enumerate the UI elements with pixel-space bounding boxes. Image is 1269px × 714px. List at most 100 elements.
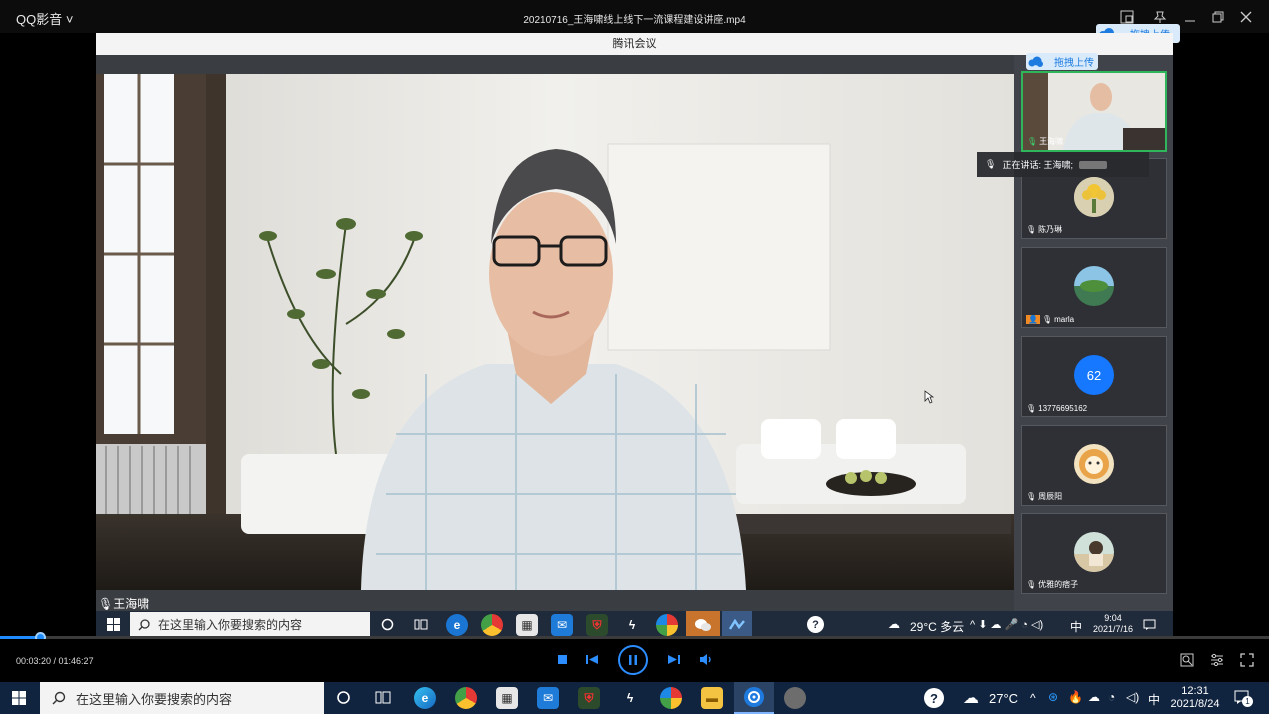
taskbar-clock[interactable]: 12:31 2021/8/24	[1168, 685, 1222, 711]
avatar: 62	[1074, 355, 1114, 395]
participant-name: 🎙 优雅的痞子	[1026, 580, 1079, 589]
player-controls: 00:03:20 / 01:46:27	[0, 639, 1269, 682]
cloud-icon: ☁	[888, 617, 900, 631]
screenshot-button[interactable]	[1180, 653, 1194, 667]
cortana-button[interactable]	[336, 690, 351, 705]
participant-name: 🎙 13776695162	[1026, 404, 1088, 413]
pause-icon	[629, 655, 637, 665]
action-center-button[interactable]: 1	[1234, 689, 1253, 707]
stop-button[interactable]	[557, 654, 568, 665]
participant-name: 🎙 王海啸	[1027, 137, 1064, 146]
photos-icon[interactable]	[660, 687, 682, 709]
task-view-button[interactable]	[375, 690, 391, 705]
avatar	[1074, 444, 1114, 484]
chrome-icon	[481, 614, 503, 636]
inner-date: 2021/7/16	[1092, 624, 1134, 634]
clock-date: 2021/8/24	[1170, 698, 1220, 710]
close-icon	[1240, 11, 1252, 23]
previous-button[interactable]	[586, 654, 598, 665]
speaking-text: 正在讲话: 王海啸;	[1002, 160, 1073, 170]
speaker-name: 王海啸	[113, 597, 150, 611]
equalizer-icon	[1211, 653, 1223, 667]
inner-time: 9:04	[1104, 613, 1122, 623]
skip-next-icon	[668, 655, 680, 664]
search-icon	[52, 691, 66, 705]
security-shield-icon[interactable]: ⛨	[578, 687, 600, 709]
volume-icon[interactable]: ◁)	[1126, 690, 1139, 704]
pip-icon	[1120, 10, 1134, 24]
taskbar-search-box[interactable]: 在这里输入你要搜索的内容	[40, 682, 324, 714]
qq-player-icon	[744, 687, 764, 707]
speaker-name-label: 🎙王海啸	[98, 595, 149, 611]
edge-icon[interactable]: e	[414, 687, 436, 709]
minimize-button[interactable]	[1180, 7, 1200, 27]
wifi-icon[interactable]: ◔	[1108, 690, 1115, 704]
cortana-icon	[381, 618, 394, 631]
close-button[interactable]	[1236, 7, 1256, 27]
mouse-cursor-icon	[924, 390, 934, 404]
volume-button[interactable]	[699, 653, 713, 666]
participant-tile[interactable]: 🎙 优雅的痞子	[1021, 513, 1167, 594]
fullscreen-button[interactable]	[1240, 653, 1254, 667]
ime-indicator[interactable]: 中	[1148, 691, 1160, 708]
mail-icon[interactable]: ✉	[537, 687, 559, 709]
blurred-text	[1078, 160, 1107, 169]
restore-icon	[1212, 11, 1224, 23]
speaking-indicator: 🎙 正在讲话: 王海啸;	[977, 152, 1149, 177]
fullscreen-icon	[1240, 653, 1254, 667]
photos-icon	[656, 614, 678, 636]
participant-tile[interactable]: 62 🎙 13776695162	[1021, 336, 1167, 417]
windows-start-icon	[12, 691, 26, 705]
wechat-icon	[686, 611, 720, 638]
video-frame[interactable]: 腾讯会议 🎙王海啸	[96, 33, 1173, 611]
upload-label: 拖拽上传	[1054, 58, 1094, 69]
participant-tile[interactable]: 👤 🎙 marla	[1021, 247, 1167, 328]
speaker-video-image	[96, 74, 1014, 590]
task-view-icon	[375, 691, 391, 704]
microphone-muted-icon: 🎙	[1041, 315, 1053, 324]
tray-flame-icon[interactable]: 🔥	[1068, 690, 1083, 704]
edge-icon: e	[446, 614, 468, 636]
microphone-muted-icon: 🎙	[1026, 225, 1037, 234]
search-icon	[138, 618, 150, 630]
search-placeholder: 在这里输入你要搜索的内容	[76, 691, 233, 707]
participant-tile[interactable]: 🎙 王海啸	[1021, 71, 1167, 152]
qq-player-taskbar-button[interactable]	[734, 682, 774, 714]
pause-button[interactable]	[618, 645, 648, 675]
time-display: 00:03:20 / 01:46:27	[16, 656, 94, 666]
minimize-icon	[1185, 20, 1195, 22]
windows-start-icon	[107, 618, 120, 631]
settings-button[interactable]	[1210, 653, 1224, 667]
main-video-feed	[96, 74, 1014, 590]
cortana-icon	[337, 691, 350, 704]
notification-icon	[1143, 619, 1156, 630]
participant-tile[interactable]: 🎙 周辰阳	[1021, 425, 1167, 506]
help-icon: ?	[807, 616, 824, 633]
avatar	[1074, 177, 1114, 217]
user-icon: 👤	[1026, 315, 1040, 324]
microphone-muted-icon: 🎙	[1026, 404, 1037, 413]
store-icon[interactable]: ▦	[496, 687, 518, 709]
restore-button[interactable]	[1208, 7, 1228, 27]
tray-chevron-icon: ^ ⬇ ☁ 🎤 ◔ ◁)	[970, 619, 1044, 631]
inner-upload-button[interactable]: 拖拽上传	[1026, 53, 1098, 70]
notification-badge: 1	[1242, 696, 1253, 707]
cloud-icon	[1028, 56, 1043, 67]
start-button[interactable]	[12, 691, 26, 705]
onedrive-icon[interactable]: ☁	[1088, 690, 1100, 704]
next-button[interactable]	[668, 654, 680, 665]
tray-chevron-icon[interactable]: ^	[1030, 691, 1036, 705]
app-avatar-icon[interactable]	[784, 687, 806, 709]
volume-icon	[700, 654, 711, 665]
chrome-icon[interactable]	[455, 687, 477, 709]
file-title: 20210716_王海啸线上线下一流课程建设讲座.mp4	[523, 15, 746, 26]
help-icon[interactable]: ?	[924, 688, 944, 708]
tray-app-icon[interactable]: ⊛	[1048, 690, 1058, 704]
lightning-app-icon[interactable]: ϟ	[619, 687, 641, 709]
participant-name: 🎙 周辰阳	[1026, 492, 1063, 501]
inner-weather: 29°C 多云	[910, 620, 965, 634]
meeting-title: 腾讯会议	[96, 33, 1173, 55]
screenshot-icon	[1180, 653, 1194, 667]
task-view-icon	[414, 619, 428, 630]
file-explorer-icon[interactable]: ▬	[701, 687, 723, 709]
